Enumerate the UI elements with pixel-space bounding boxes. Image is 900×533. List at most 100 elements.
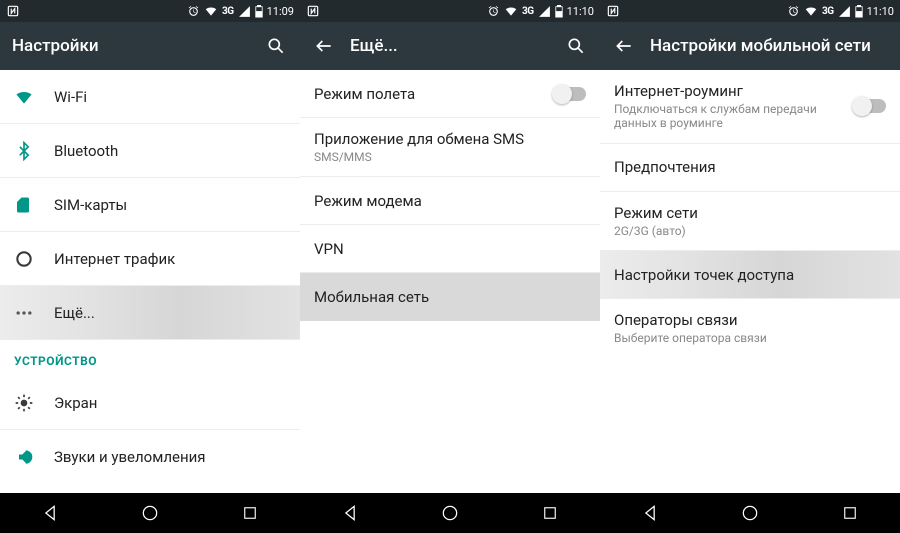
row-vpn[interactable]: VPN (300, 225, 600, 273)
row-wifi[interactable]: Wi-Fi (0, 70, 300, 124)
roaming-toggle[interactable] (854, 99, 886, 113)
row-label: SIM-карты (54, 196, 286, 214)
app-bar: Настройки (0, 22, 300, 70)
row-sublabel: SMS/MMS (314, 150, 586, 164)
clock: 11:09 (267, 5, 294, 18)
status-bar: 3G 11:10 (600, 0, 900, 22)
network-type: 3G (822, 6, 834, 17)
row-label: Настройки точек доступа (614, 266, 886, 284)
row-sms-app[interactable]: Приложение для обмена SMS SMS/MMS (300, 118, 600, 177)
row-airplane[interactable]: Режим полета (300, 70, 600, 118)
page-title: Ещё... (350, 36, 550, 56)
bluetooth-icon (14, 141, 54, 161)
row-tethering[interactable]: Режим модема (300, 177, 600, 225)
row-label: Мобильная сеть (314, 288, 586, 306)
row-sound[interactable]: Звуки и увеломления (0, 430, 300, 484)
network-type: 3G (222, 6, 234, 17)
nav-bar (300, 493, 600, 533)
nfc-icon (6, 4, 20, 18)
row-apn[interactable]: Настройки точек доступа (600, 251, 900, 299)
row-bluetooth[interactable]: Bluetooth (0, 124, 300, 178)
nfc-icon (306, 4, 320, 18)
row-traffic[interactable]: Интернет трафик (0, 232, 300, 286)
page-title: Настройки мобильной сети (650, 36, 892, 56)
nfc-icon (606, 4, 620, 18)
row-label: Предпочтения (614, 158, 886, 176)
nav-recents[interactable] (237, 500, 263, 526)
row-label: Ещё... (54, 304, 286, 322)
airplane-toggle[interactable] (554, 87, 586, 101)
nav-bar (600, 493, 900, 533)
alarm-icon (187, 5, 200, 18)
sim-icon (14, 196, 54, 214)
row-display[interactable]: Экран (0, 376, 300, 430)
wifi-icon (14, 87, 54, 107)
nav-back[interactable] (337, 500, 363, 526)
row-preferences[interactable]: Предпочтения (600, 144, 900, 192)
network-type: 3G (522, 6, 534, 17)
display-icon (14, 393, 54, 413)
nav-back[interactable] (37, 500, 63, 526)
row-label: Режим полета (314, 85, 554, 103)
row-roaming[interactable]: Интернет-роуминг Подключаться к службам … (600, 70, 900, 144)
back-button[interactable] (308, 30, 340, 62)
row-label: Режим сети (614, 204, 886, 222)
battery-icon (555, 5, 563, 18)
app-bar: Ещё... (300, 22, 600, 70)
nav-home[interactable] (737, 500, 763, 526)
nav-bar (0, 493, 300, 533)
search-button[interactable] (560, 30, 592, 62)
app-bar: Настройки мобильной сети (600, 22, 900, 70)
row-label: VPN (314, 240, 586, 258)
row-sublabel: Выберите оператора связи (614, 331, 886, 345)
nav-home[interactable] (137, 500, 163, 526)
wifi-icon (504, 4, 518, 18)
nav-home[interactable] (437, 500, 463, 526)
nav-back[interactable] (637, 500, 663, 526)
status-bar: 3G 11:10 (300, 0, 600, 22)
wifi-icon (204, 4, 218, 18)
clock: 11:10 (567, 5, 594, 18)
screen-mobile-network: 3G 11:10 Настройки мобильной сети Интерн… (600, 0, 900, 505)
row-more[interactable]: Ещё... (0, 286, 300, 340)
page-title: Настройки (12, 36, 250, 56)
settings-list: Wi-Fi Bluetooth SIM-карты Интернет трафи… (0, 70, 300, 505)
screen-more: 3G 11:10 Ещё... Режим полета Приложени (300, 0, 600, 505)
row-label: Wi-Fi (54, 88, 286, 106)
row-label: Режим модема (314, 192, 586, 210)
more-list: Режим полета Приложение для обмена SMS S… (300, 70, 600, 505)
sound-icon (14, 447, 54, 467)
screen-settings: 3G 11:09 Настройки Wi-Fi Bluetooth (0, 0, 300, 505)
wifi-icon (804, 4, 818, 18)
nav-recents[interactable] (537, 500, 563, 526)
row-label: Звуки и увеломления (54, 448, 286, 466)
row-label: Bluetooth (54, 142, 286, 160)
more-icon (14, 303, 54, 323)
row-sublabel: 2G/3G (авто) (614, 224, 886, 238)
search-button[interactable] (260, 30, 292, 62)
row-label: Интернет трафик (54, 250, 286, 268)
signal-icon (538, 5, 551, 18)
row-label: Приложение для обмена SMS (314, 130, 586, 148)
nav-recents[interactable] (837, 500, 863, 526)
row-label: Экран (54, 394, 286, 412)
row-mobile-network[interactable]: Мобильная сеть (300, 273, 600, 321)
mobile-network-list: Интернет-роуминг Подключаться к службам … (600, 70, 900, 505)
alarm-icon (787, 5, 800, 18)
row-sim[interactable]: SIM-карты (0, 178, 300, 232)
battery-icon (255, 5, 263, 18)
row-label: Интернет-роуминг (614, 82, 854, 100)
data-usage-icon (14, 249, 54, 269)
section-device: УСТРОЙСТВО (0, 340, 300, 376)
signal-icon (238, 5, 251, 18)
row-sublabel: Подключаться к службам передачи данных в… (614, 102, 854, 131)
clock: 11:10 (867, 5, 894, 18)
back-button[interactable] (608, 30, 640, 62)
row-operators[interactable]: Операторы связи Выберите оператора связи (600, 299, 900, 357)
battery-icon (855, 5, 863, 18)
navigation-bars (0, 493, 900, 533)
row-label: Операторы связи (614, 311, 886, 329)
alarm-icon (487, 5, 500, 18)
status-bar: 3G 11:09 (0, 0, 300, 22)
row-network-mode[interactable]: Режим сети 2G/3G (авто) (600, 192, 900, 251)
